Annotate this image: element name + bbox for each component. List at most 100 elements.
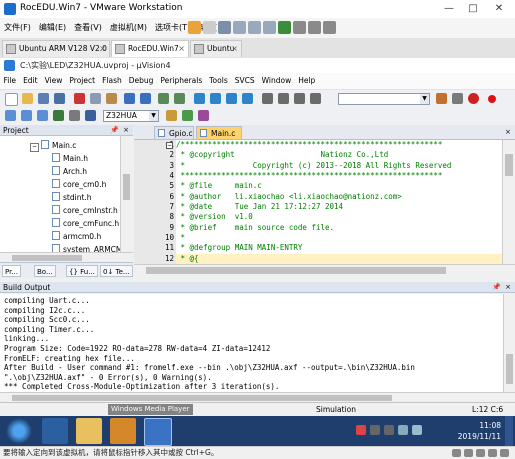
stretch-icon[interactable] (323, 21, 336, 34)
tab-books[interactable]: Bo... (34, 265, 56, 277)
scroll-thumb[interactable] (123, 174, 130, 200)
menu-project[interactable]: Project (66, 73, 99, 89)
tab-ubuntu-arm[interactable]: Ubuntu ARM V128 V2.0 × (2, 40, 110, 57)
scroll-thumb[interactable] (12, 395, 392, 401)
cd-icon[interactable] (464, 449, 473, 457)
build-vertical-scrollbar[interactable] (503, 294, 515, 392)
sound-icon[interactable] (500, 449, 509, 457)
pin-icon[interactable]: 📌 (492, 282, 501, 293)
menu-help[interactable]: Help (295, 73, 319, 89)
clear-bookmarks-icon[interactable] (242, 93, 253, 104)
menu-tools[interactable]: Tools (206, 73, 231, 89)
find-in-files-icon[interactable] (436, 93, 447, 104)
save-icon[interactable] (38, 93, 49, 104)
tab-templates[interactable]: 0↓ Te... (100, 265, 133, 277)
prev-bookmark-icon[interactable] (210, 93, 221, 104)
tree-node-main-c[interactable]: − Main.c (30, 140, 76, 152)
comment-icon[interactable] (294, 93, 305, 104)
tab-close-icon[interactable]: × (178, 41, 185, 57)
debug-session-icon[interactable] (468, 93, 479, 104)
hdd-icon[interactable] (452, 449, 461, 457)
tray-icon[interactable] (384, 425, 394, 435)
copy-icon[interactable] (90, 93, 101, 104)
editor-tab-main-c[interactable]: Main.c (196, 126, 242, 139)
scroll-thumb[interactable] (146, 267, 446, 274)
tab-functions[interactable]: {} Fu... (66, 265, 98, 277)
bookmark-icon[interactable] (194, 93, 205, 104)
menu-debug[interactable]: Debug (125, 73, 157, 89)
unindent-icon[interactable] (278, 93, 289, 104)
manage-components-icon[interactable] (182, 110, 193, 121)
redo-icon[interactable] (140, 93, 151, 104)
uvision-taskbar-icon[interactable] (144, 418, 172, 446)
pin-icon[interactable]: 📌 (110, 125, 119, 136)
start-button[interactable] (6, 418, 32, 444)
scroll-thumb[interactable] (505, 154, 513, 176)
code-editor[interactable]: /***************************************… (176, 140, 502, 264)
rebuild-icon[interactable] (37, 110, 48, 121)
build-output-text[interactable]: compiling Uart.c... compiling I2c.c... com… (0, 294, 503, 392)
breakpoint-icon[interactable] (488, 95, 496, 103)
dropdown-icon[interactable] (203, 21, 216, 34)
send-keys-icon[interactable] (218, 21, 231, 34)
editor-tab-gpio-c[interactable]: Gpio.c (154, 126, 194, 139)
volume-icon[interactable] (412, 425, 422, 435)
panel-close-icon[interactable]: × (505, 282, 511, 293)
menu-view[interactable]: View (41, 73, 66, 89)
tree-node-core-cm0-h[interactable]: core_cm0.h (52, 179, 106, 191)
find-icon[interactable] (452, 93, 463, 104)
menu-svcs[interactable]: SVCS (231, 73, 258, 89)
vm-menu-edit[interactable]: 编辑(E) (35, 18, 70, 38)
tree-node-core-cmfunc-h[interactable]: core_cmFunc.h (52, 218, 119, 230)
nav-back-icon[interactable] (158, 93, 169, 104)
cut-icon[interactable] (74, 93, 85, 104)
tab-close-icon[interactable]: × (231, 41, 238, 57)
indent-icon[interactable] (262, 93, 273, 104)
undo-icon[interactable] (124, 93, 135, 104)
editor-vertical-scrollbar[interactable] (502, 140, 515, 264)
download-icon[interactable] (85, 110, 96, 121)
tab-close-icon[interactable]: × (99, 41, 106, 57)
maximize-icon[interactable]: □ (462, 2, 484, 16)
nav-forward-icon[interactable] (174, 93, 185, 104)
vm-menu-vm[interactable]: 虚拟机(M) (106, 18, 151, 38)
stop-build-icon[interactable] (69, 110, 80, 121)
uncomment-icon[interactable] (310, 93, 321, 104)
paste-icon[interactable] (106, 93, 117, 104)
tree-node-armcm0-h[interactable]: armcm0.h (52, 231, 101, 243)
editor-close-icon[interactable]: × (505, 125, 515, 139)
fold-collapse-icon[interactable]: − (166, 141, 173, 149)
scroll-thumb[interactable] (12, 255, 82, 261)
translate-icon[interactable] (5, 110, 16, 121)
new-file-icon[interactable] (5, 93, 18, 106)
build-icon[interactable] (21, 110, 32, 121)
unity-icon[interactable] (308, 21, 321, 34)
revert-icon[interactable] (248, 21, 261, 34)
menu-flash[interactable]: Flash (99, 73, 126, 89)
menu-peripherals[interactable]: Peripherals (157, 73, 206, 89)
next-bookmark-icon[interactable] (226, 93, 237, 104)
scroll-thumb[interactable] (506, 354, 513, 384)
clock-date[interactable]: 2019/11/11 (458, 432, 501, 441)
show-desktop-button[interactable] (505, 416, 513, 446)
menu-window[interactable]: Window (258, 73, 295, 89)
ie-icon[interactable] (42, 418, 68, 444)
target-select[interactable]: Z32HUA ▼ (103, 110, 159, 122)
pause-icon[interactable] (188, 21, 201, 34)
find-combo[interactable]: ▼ (338, 93, 430, 105)
fullscreen-icon[interactable] (293, 21, 306, 34)
console-view-icon[interactable] (278, 21, 291, 34)
tree-node-main-h[interactable]: Main.h (52, 153, 88, 165)
menu-file[interactable]: File (0, 73, 20, 89)
network-adapter-icon[interactable] (476, 449, 485, 457)
tray-icon[interactable] (370, 425, 380, 435)
snapshot-icon[interactable] (233, 21, 246, 34)
tree-node-arch-h[interactable]: Arch.h (52, 166, 87, 178)
tab-project[interactable]: Pr... (2, 265, 22, 277)
panel-close-icon[interactable]: × (123, 125, 129, 136)
usb-icon[interactable] (488, 449, 497, 457)
tree-node-core-cminstr-h[interactable]: core_cmInstr.h (52, 205, 118, 217)
target-options-icon[interactable] (166, 110, 177, 121)
vm-menu-view[interactable]: 查看(V) (70, 18, 106, 38)
vm-menu-file[interactable]: 文件(F) (0, 18, 35, 38)
